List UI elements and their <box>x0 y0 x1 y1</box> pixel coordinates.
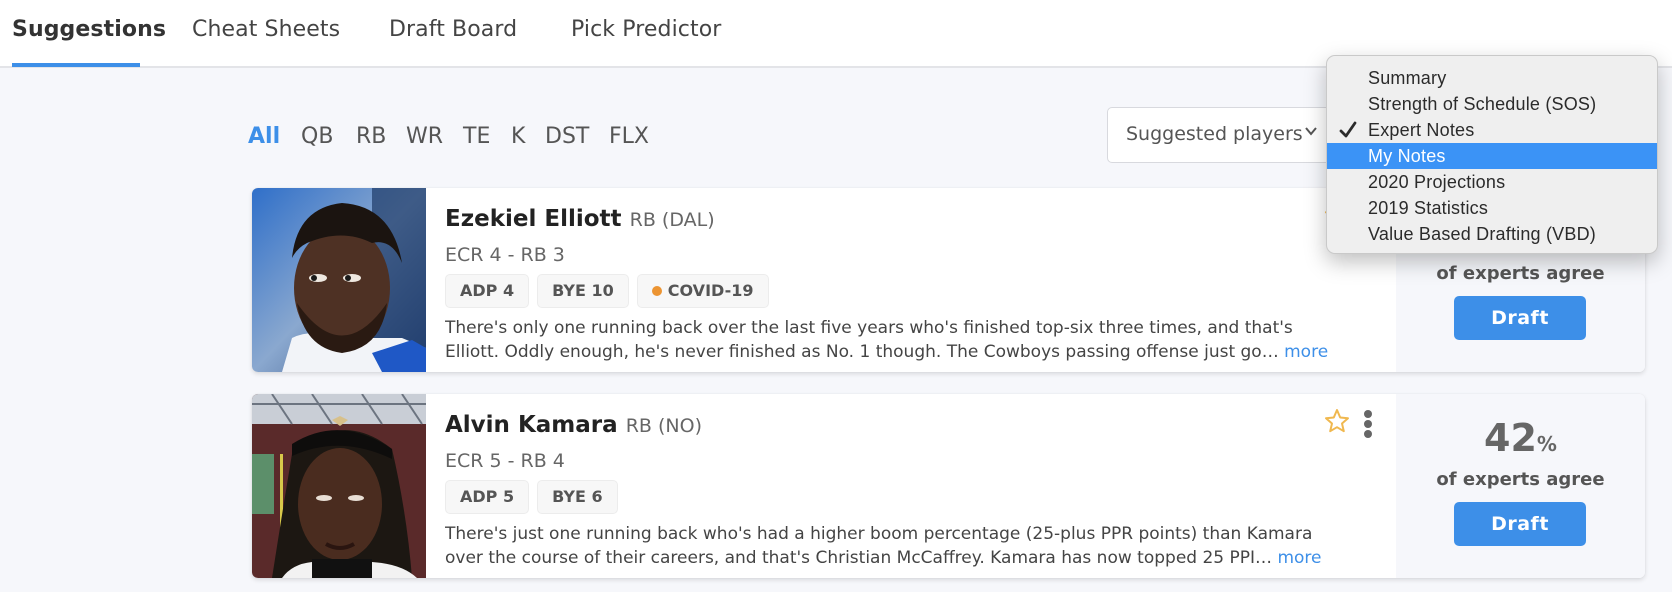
menu-item-label: Value Based Drafting (VBD) <box>1368 224 1596 244</box>
menu-item-sos[interactable]: Strength of Schedule (SOS) <box>1327 91 1657 117</box>
filter-te[interactable]: TE <box>463 124 490 149</box>
agree-label: of experts agree <box>1436 263 1605 284</box>
active-tab-indicator <box>12 63 140 67</box>
agree-label: of experts agree <box>1436 469 1605 490</box>
bye-badge: BYE 10 <box>537 274 629 308</box>
menu-item-label: Strength of Schedule (SOS) <box>1368 94 1597 114</box>
more-link[interactable]: more <box>1277 548 1321 568</box>
adp-badge: ADP 4 <box>445 274 530 308</box>
player-badges: ADP 5 BYE 6 <box>445 480 618 514</box>
menu-item-label: Expert Notes <box>1368 120 1475 140</box>
player-photo-image <box>252 394 426 578</box>
player-list-select-value: Suggested players <box>1126 123 1303 145</box>
player-name-line: Alvin Kamara RB (NO) <box>445 412 702 438</box>
player-card: Alvin Kamara RB (NO) ECR 5 - RB 4 ADP 5 … <box>252 394 1645 578</box>
expert-note-line: There's only one running back over the l… <box>445 318 1293 338</box>
filter-dst[interactable]: DST <box>545 124 589 149</box>
bye-badge: BYE 6 <box>537 480 618 514</box>
menu-item-2019-statistics[interactable]: 2019 Statistics <box>1327 195 1657 221</box>
player-name[interactable]: Ezekiel Elliott <box>445 206 622 232</box>
menu-item-label: Summary <box>1368 68 1447 88</box>
expert-note-text: Elliott. Oddly enough, he's never finish… <box>445 342 1262 362</box>
menu-item-label: My Notes <box>1368 146 1446 166</box>
menu-item-label: 2020 Projections <box>1368 172 1506 192</box>
expert-note-line: over the course of their careers, and th… <box>445 548 1322 568</box>
more-link[interactable]: more <box>1284 342 1328 362</box>
view-dropdown-menu: Summary Strength of Schedule (SOS) Exper… <box>1326 55 1658 254</box>
draft-button[interactable]: Draft <box>1454 502 1586 546</box>
star-icon[interactable] <box>1324 408 1350 434</box>
agree-percent-sign: % <box>1536 432 1557 456</box>
player-info: Ezekiel Elliott RB (DAL) ECR 4 - RB 3 AD… <box>445 188 1395 372</box>
player-name-line: Ezekiel Elliott RB (DAL) <box>445 206 715 232</box>
player-list-select[interactable]: Suggested players <box>1107 107 1337 163</box>
player-info: Alvin Kamara RB (NO) ECR 5 - RB 4 ADP 5 … <box>445 394 1395 578</box>
menu-item-summary[interactable]: Summary <box>1327 65 1657 91</box>
menu-item-expert-notes[interactable]: Expert Notes <box>1327 117 1657 143</box>
filter-k[interactable]: K <box>511 124 525 149</box>
adp-badge: ADP 5 <box>445 480 530 514</box>
menu-item-my-notes[interactable]: My Notes <box>1327 143 1657 169</box>
player-photo <box>252 394 426 578</box>
more-options-icon[interactable] <box>1364 410 1374 438</box>
filter-qb[interactable]: QB <box>301 124 333 149</box>
player-name[interactable]: Alvin Kamara <box>445 412 618 438</box>
covid-badge-label: COVID-19 <box>667 281 754 300</box>
covid-badge: COVID-19 <box>636 274 769 308</box>
tab-draft-board[interactable]: Draft Board <box>389 17 517 42</box>
expert-note: There's only one running back over the l… <box>445 316 1390 364</box>
filter-wr[interactable]: WR <box>406 124 443 149</box>
tab-cheat-sheets[interactable]: Cheat Sheets <box>192 17 340 42</box>
player-position-team: RB (NO) <box>625 415 703 437</box>
player-photo <box>252 188 426 372</box>
player-photo-image <box>252 188 426 372</box>
tab-suggestions[interactable]: Suggestions <box>12 17 166 42</box>
player-badges: ADP 4 BYE 10 COVID-19 <box>445 274 769 308</box>
filter-rb[interactable]: RB <box>356 124 386 149</box>
draft-button[interactable]: Draft <box>1454 296 1586 340</box>
expert-agree-panel: 42% of experts agree Draft <box>1396 394 1645 578</box>
filter-flx[interactable]: FLX <box>609 124 649 149</box>
chevron-down-icon <box>1305 127 1317 136</box>
player-ecr: ECR 4 - RB 3 <box>445 244 565 266</box>
menu-item-vbd[interactable]: Value Based Drafting (VBD) <box>1327 221 1657 247</box>
menu-item-label: 2019 Statistics <box>1368 198 1489 218</box>
expert-note: There's just one running back who's had … <box>445 522 1390 570</box>
menu-item-2020-projections[interactable]: 2020 Projections <box>1327 169 1657 195</box>
expert-note-text: over the course of their careers, and th… <box>445 548 1256 568</box>
tab-pick-predictor[interactable]: Pick Predictor <box>571 17 721 42</box>
player-position-team: RB (DAL) <box>629 209 715 231</box>
agree-percent: 42% <box>1396 416 1645 460</box>
filter-all[interactable]: All <box>248 124 280 149</box>
player-ecr: ECR 5 - RB 4 <box>445 450 565 472</box>
checkmark-icon <box>1339 121 1357 138</box>
agree-percent-value: 42 <box>1484 416 1537 460</box>
expert-note-line: There's just one running back who's had … <box>445 524 1313 544</box>
expert-note-line: Elliott. Oddly enough, he's never finish… <box>445 342 1329 362</box>
status-dot-icon <box>651 286 662 296</box>
